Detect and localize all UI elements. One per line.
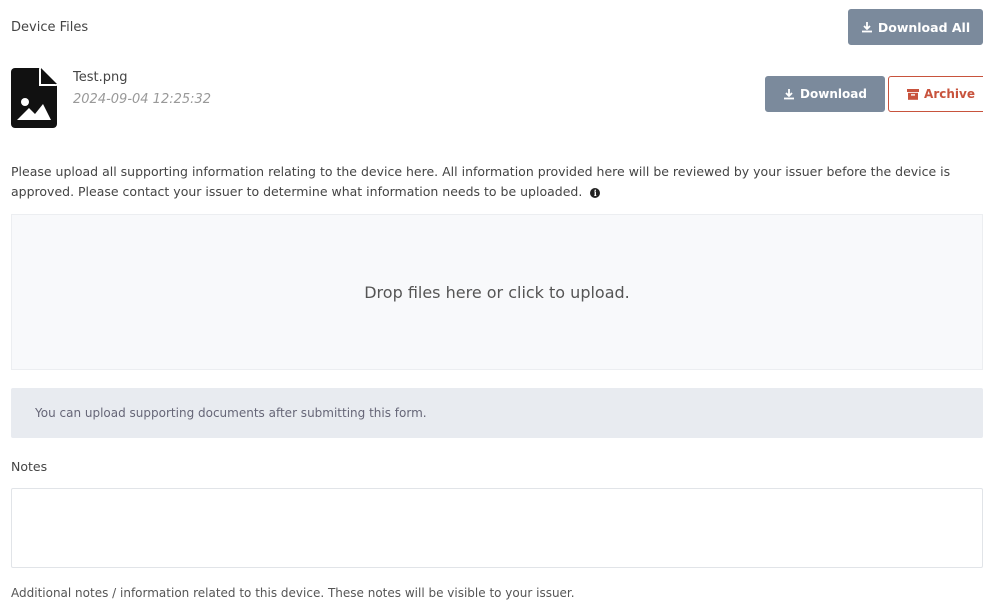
alert-text: You can upload supporting documents afte…	[35, 406, 427, 420]
notes-textarea[interactable]	[11, 488, 983, 568]
download-label: Download	[800, 87, 867, 101]
archive-label: Archive	[924, 87, 975, 101]
file-date: 2024-09-04 12:25:32	[73, 92, 212, 107]
download-all-button[interactable]: Download All	[848, 9, 983, 45]
download-icon	[861, 21, 873, 33]
upload-info-text: Please upload all supporting information…	[11, 162, 976, 202]
notes-label: Notes	[11, 459, 48, 474]
archive-button[interactable]: Archive	[888, 76, 983, 112]
info-icon[interactable]: i	[590, 187, 601, 198]
file-dropzone[interactable]: Drop files here or click to upload.	[11, 214, 983, 370]
file-name[interactable]: Test.png	[73, 70, 127, 85]
download-all-label: Download All	[877, 19, 971, 35]
download-button[interactable]: Download	[765, 76, 885, 112]
upload-alert: You can upload supporting documents afte…	[11, 388, 983, 438]
section-title: Device Files	[11, 20, 89, 35]
upload-info-message: Please upload all supporting information…	[11, 164, 951, 199]
file-image-icon	[11, 68, 57, 128]
dropzone-text: Drop files here or click to upload.	[364, 282, 630, 302]
archive-icon	[907, 88, 920, 100]
download-icon	[783, 88, 795, 100]
device-files-page: Device Files Download All Test.png 2024-…	[0, 0, 983, 606]
notes-help-text: Additional notes / information related t…	[11, 586, 575, 600]
file-row: Test.png 2024-09-04 12:25:32 Download Ar…	[11, 68, 983, 128]
